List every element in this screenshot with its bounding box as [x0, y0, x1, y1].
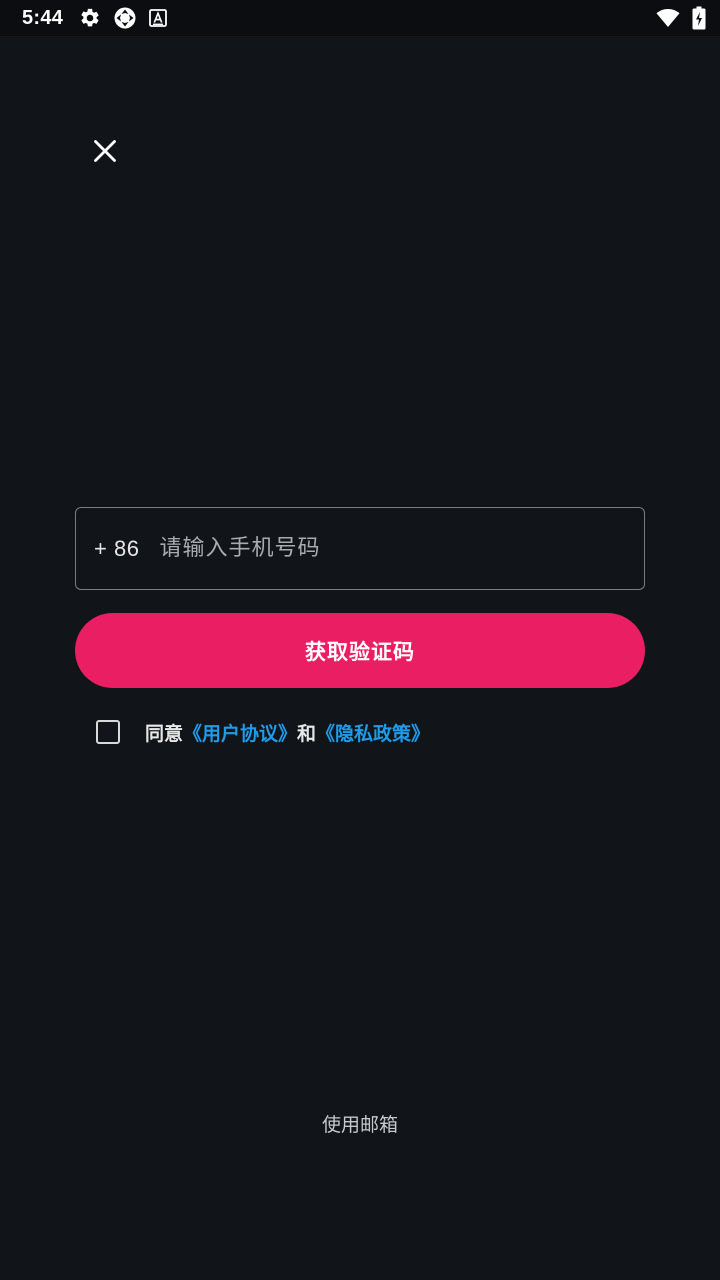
login-screen: 5:44 + 86 请输入手机号码 获取验证码 同意《用户协议》和《隐私政策》 … — [0, 0, 720, 1280]
phone-field: + 86 — [75, 507, 645, 590]
gear-icon — [79, 7, 101, 29]
agreement-text: 同意《用户协议》和《隐私政策》 — [145, 719, 430, 746]
agreement-prefix: 同意 — [145, 722, 184, 745]
status-bar-right — [644, 6, 706, 30]
agreement-row: 同意《用户协议》和《隐私政策》 — [96, 716, 430, 748]
close-button[interactable] — [82, 128, 128, 174]
keyboard-a-icon — [149, 9, 168, 27]
user-agreement-link[interactable]: 《用户协议》 — [183, 723, 297, 745]
get-verification-code-button[interactable]: 获取验证码 — [75, 613, 645, 688]
use-email-link[interactable]: 使用邮箱 — [0, 1110, 720, 1137]
battery-charging-icon — [692, 6, 706, 30]
phone-input[interactable] — [159, 518, 644, 579]
agreement-conjunction: 和 — [297, 722, 317, 745]
country-code[interactable]: + 86 — [94, 536, 139, 562]
privacy-policy-link[interactable]: 《隐私政策》 — [316, 723, 430, 745]
agree-checkbox[interactable] — [96, 720, 120, 744]
status-bar-left: 5:44 — [22, 6, 179, 30]
status-bar: 5:44 — [0, 0, 720, 36]
wifi-icon — [656, 8, 680, 28]
sync-icon — [113, 6, 137, 30]
close-icon — [94, 140, 116, 162]
status-time: 5:44 — [22, 6, 64, 29]
